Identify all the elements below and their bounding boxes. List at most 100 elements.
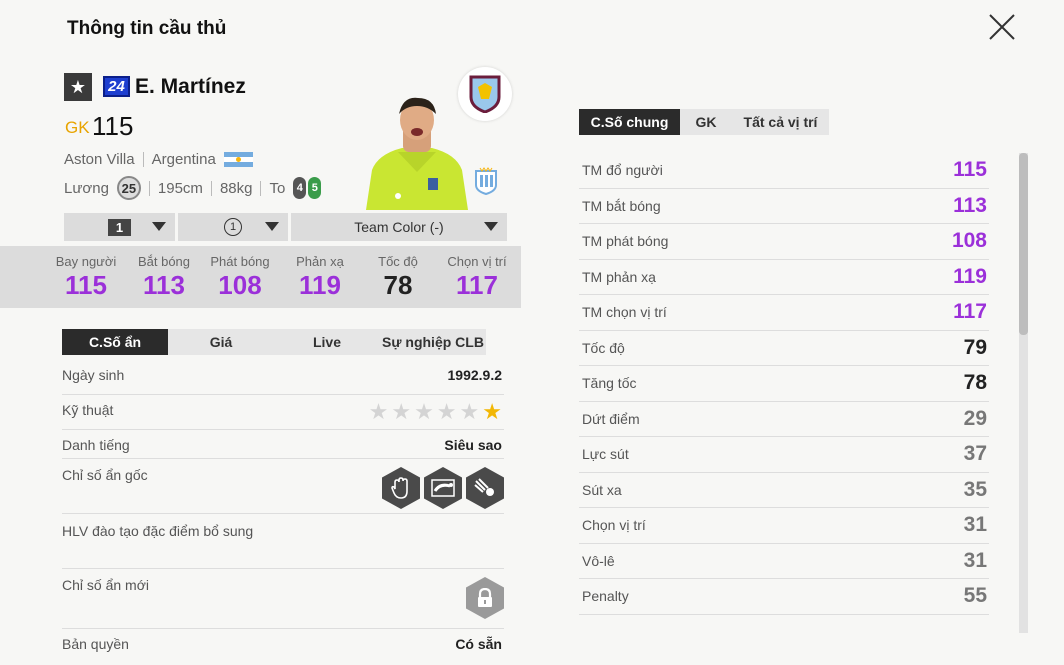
attribute-row: TM phát bóng 108 (579, 224, 989, 260)
skill-stars: ★ ★ ★ ★ ★ ★ (369, 399, 502, 425)
player-ovr: 115 (92, 111, 134, 141)
tab-live[interactable]: Live (274, 329, 380, 355)
attribute-name: Vô-lê (582, 552, 615, 569)
close-button[interactable] (987, 12, 1017, 42)
coach-label: HLV đào tạo đặc điểm bổ sung (62, 523, 254, 539)
attribute-name: Penalty (582, 588, 629, 605)
attribute-value: 119 (953, 264, 987, 288)
attribute-name: Tốc độ (582, 339, 625, 356)
key-stat: Phát bóng 108 (200, 254, 280, 301)
punch-icon[interactable] (466, 467, 504, 509)
key-stat-value: 108 (218, 270, 262, 300)
divider (142, 152, 144, 167)
close-icon (989, 14, 1015, 40)
key-stat-value: 115 (65, 270, 107, 300)
tab-hidden-stats[interactable]: C.Số ẩn (62, 329, 168, 355)
key-stat-label: Bay người (55, 254, 117, 269)
diving-keeper-icon[interactable] (424, 467, 462, 509)
favorite-star-icon[interactable]: ★ (64, 73, 92, 101)
weight: 88kg (219, 179, 253, 197)
attribute-value: 29 (963, 406, 987, 430)
license-label: Bản quyền (62, 636, 129, 652)
player-info-line: Lương 25 195cm 88kg To 4 5 (64, 176, 322, 200)
key-stat: Bắt bóng 113 (124, 254, 204, 301)
key-stat-value: 117 (456, 270, 498, 300)
team-color-value: Team Color (-) (354, 219, 444, 235)
attribute-value: 108 (951, 229, 987, 253)
lock-icon[interactable] (466, 577, 504, 619)
upgrade-level-select[interactable]: 1 (64, 213, 175, 241)
team-color-rank-select[interactable]: 1 (178, 213, 288, 241)
attribute-value: 117 (953, 300, 987, 324)
tab-all-positions[interactable]: Tất cả vị trí (732, 109, 829, 135)
key-stat: Chọn vị trí 117 (437, 254, 517, 301)
tab-price[interactable]: Giá (168, 329, 274, 355)
argentina-flag-icon (223, 152, 253, 167)
upgrade-level-value: 1 (107, 218, 132, 236)
attribute-value: 31 (963, 513, 987, 537)
attribute-row: Tăng tốc 78 (579, 366, 989, 402)
player-position: GK (65, 118, 90, 137)
attribute-row: Penalty 55 (579, 579, 989, 615)
scrollbar-thumb[interactable] (1019, 153, 1028, 335)
season-badge: 24 (103, 76, 130, 97)
tab-gk[interactable]: GK (680, 109, 732, 135)
left-foot: 4 (293, 177, 307, 199)
attribute-row: TM bắt bóng 113 (579, 189, 989, 224)
club-nation-line: Aston Villa Argentina (64, 151, 253, 168)
key-stat-label: Tốc độ (378, 254, 418, 269)
attribute-name: TM phát bóng (582, 233, 669, 250)
key-stat: Bay người 115 (46, 254, 126, 301)
attribute-name: Dứt điểm (582, 410, 640, 427)
key-stat-value: 119 (299, 270, 341, 300)
attribute-row: TM đổ người 115 (579, 153, 989, 189)
attribute-name: Lực sút (582, 446, 629, 463)
key-stat-value: 78 (383, 270, 413, 300)
attribute-row: Chọn vị trí 31 (579, 508, 989, 544)
attribute-name: TM phản xạ (582, 268, 656, 285)
traits-list (382, 467, 504, 509)
star-icon: ★ (436, 399, 457, 424)
skill-row: Kỹ thuật ★ ★ ★ ★ ★ ★ (62, 399, 504, 430)
attribute-row: TM phản xạ 119 (579, 260, 989, 295)
attribute-value: 55 (963, 584, 987, 608)
weak-foot-icon: 4 5 (293, 177, 322, 199)
attribute-value: 113 (953, 193, 987, 217)
star-icon: ★ (391, 399, 412, 424)
key-stat-label: Bắt bóng (137, 254, 191, 269)
license-value: Có sẵn (455, 636, 502, 652)
tab-general-stats[interactable]: C.Số chung (579, 109, 680, 135)
attribute-value: 78 (963, 371, 987, 395)
fame-row: Danh tiếng Siêu sao (62, 437, 504, 459)
birth-label: Ngày sinh (62, 367, 125, 383)
fame-value: Siêu sao (444, 437, 502, 453)
chevron-down-icon (484, 222, 498, 231)
key-stat-label: Chọn vị trí (447, 254, 507, 269)
birth-value: 1992.9.2 (447, 367, 503, 383)
team-color-select[interactable]: Team Color (-) (291, 213, 507, 241)
star-icon: ★ (459, 399, 480, 424)
star-icon: ★ (368, 399, 389, 424)
key-stat: Phản xạ 119 (280, 254, 360, 301)
attribute-name: TM bắt bóng (582, 197, 661, 214)
traits-row: Chỉ số ẩn gốc (62, 467, 504, 514)
nation-name: Argentina (151, 151, 216, 168)
attribute-name: Tăng tốc (582, 375, 637, 392)
page-title: Thông tin cầu thủ (67, 18, 227, 39)
height: 195cm (157, 179, 203, 197)
attribute-name: TM chọn vị trí (582, 304, 667, 321)
player-name: E. Martínez (135, 75, 246, 98)
attribute-name: TM đổ người (582, 162, 663, 179)
body-type: To (269, 179, 286, 197)
glove-icon[interactable] (382, 467, 420, 509)
attribute-row: TM chọn vị trí 117 (579, 295, 989, 331)
birth-row: Ngày sinh 1992.9.2 (62, 367, 504, 395)
tab-club-career[interactable]: Sự nghiệp CLB (380, 329, 486, 355)
player-photo (358, 92, 476, 210)
chevron-down-icon (265, 222, 279, 231)
traits-label: Chỉ số ẩn gốc (62, 467, 148, 483)
divider (210, 180, 212, 196)
aston-villa-logo (458, 67, 512, 121)
skill-label: Kỹ thuật (62, 402, 114, 418)
attribute-value: 115 (953, 158, 987, 182)
